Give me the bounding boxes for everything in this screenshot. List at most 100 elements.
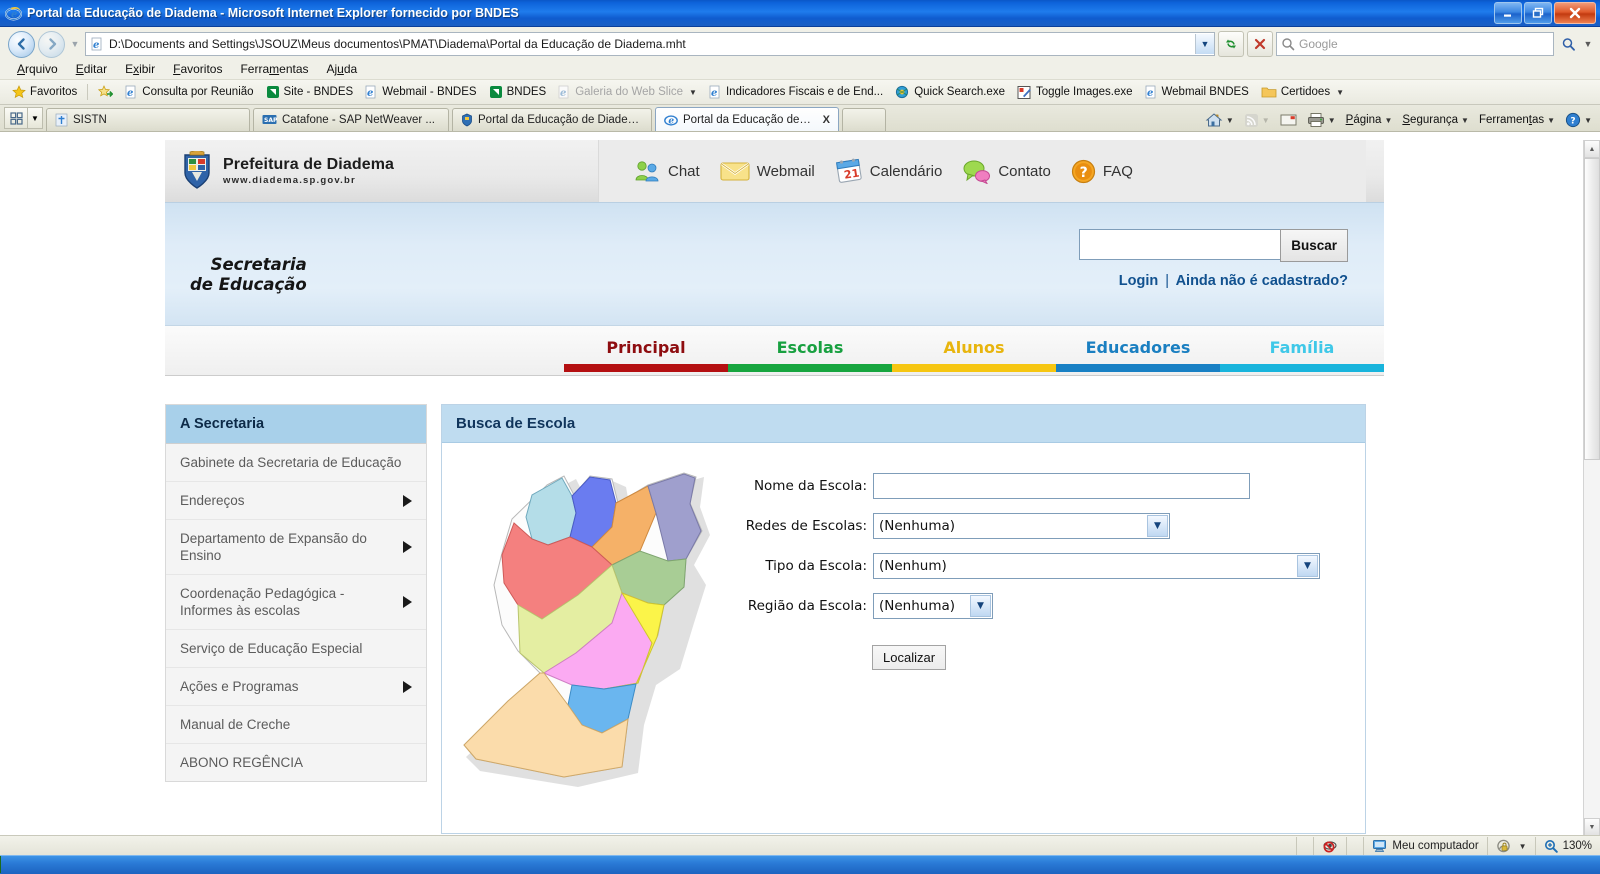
favorites-item-indicadores-fiscais[interactable]: e Indicadores Fiscais e de End...	[703, 85, 889, 99]
favorites-item-webmail-bndes[interactable]: e Webmail - BNDES	[359, 85, 482, 99]
security-menu-button[interactable]: Segurança ▼	[1398, 112, 1473, 128]
site-search-button[interactable]: Buscar	[1280, 229, 1348, 262]
search-provider-caret-icon[interactable]: ▼	[1582, 39, 1594, 49]
chevron-down-icon[interactable]: ▼	[1336, 88, 1344, 97]
sidebar-item-manual-creche[interactable]: Manual de Creche	[166, 706, 426, 744]
nav-tab-escolas[interactable]: Escolas	[728, 326, 892, 375]
favorites-item-toggle-images[interactable]: Toggle Images.exe	[1011, 85, 1139, 100]
redes-de-escolas-select[interactable]: (Nenhuma) ▼	[873, 513, 1170, 539]
url-input[interactable]: e D:\Documents and Settings\JSOUZ\Meus d…	[85, 32, 1215, 56]
menu-item-ajuda[interactable]: Ajuda	[318, 60, 367, 78]
chevron-down-icon[interactable]: ▼	[1461, 116, 1469, 125]
nav-tab-principal[interactable]: Principal	[564, 326, 728, 375]
start-button[interactable]	[0, 856, 1, 873]
tab-close-icon[interactable]: X	[823, 114, 830, 126]
favorites-item-label: Toggle Images.exe	[1035, 86, 1133, 98]
tab-sistn[interactable]: SISTN	[46, 108, 250, 131]
zoom-level[interactable]: 130%	[1536, 836, 1600, 856]
favorites-item-galeria-do-web-slice[interactable]: e Galeria do Web Slice ▼	[552, 85, 703, 99]
scrollbar-thumb[interactable]	[1584, 158, 1600, 460]
minimize-button[interactable]	[1494, 2, 1522, 24]
scroll-up-button[interactable]: ▲	[1584, 140, 1600, 158]
sidebar-item-enderecos[interactable]: Endereços	[166, 482, 426, 520]
favorites-add-icon[interactable]	[92, 85, 119, 99]
print-button[interactable]: ▼	[1303, 110, 1340, 130]
menu-item-ferramentas[interactable]: Ferramentas	[231, 60, 317, 78]
tab-catafone-sap[interactable]: SAP Catafone - SAP NetWeaver ...	[253, 108, 449, 131]
recent-pages-caret-icon[interactable]: ▼	[68, 39, 82, 49]
quick-tabs-button[interactable]	[4, 107, 28, 129]
utility-nav-calendario[interactable]: 21 Calendário	[835, 158, 942, 184]
tab-portal-educacao-di-active[interactable]: e Portal da Educação de Di... X	[655, 107, 839, 131]
nome-da-escola-input[interactable]	[873, 473, 1250, 499]
site-brand[interactable]: Prefeitura de Diadema www.diadema.sp.gov…	[165, 151, 394, 191]
favorites-item-certidoes[interactable]: Certidoes ▼	[1255, 85, 1350, 99]
back-button[interactable]	[8, 30, 35, 58]
chevron-down-icon[interactable]: ▼	[1519, 842, 1527, 851]
register-link[interactable]: Ainda não é cadastrado?	[1176, 273, 1348, 289]
nav-tab-familia[interactable]: Família	[1220, 326, 1384, 375]
help-menu-button[interactable]: ? ▼	[1561, 110, 1596, 130]
tab-list-caret-icon[interactable]: ▼	[28, 107, 43, 129]
diadema-regions-map[interactable]	[452, 467, 722, 833]
scroll-down-button[interactable]: ▼	[1584, 818, 1600, 836]
tools-menu-button[interactable]: Ferramentas ▼	[1475, 112, 1559, 128]
utility-nav-webmail[interactable]: Webmail	[720, 159, 815, 183]
utility-nav-chat[interactable]: Chat	[634, 159, 700, 184]
nav-tab-educadores[interactable]: Educadores	[1056, 326, 1220, 375]
sidebar-item-acoes-programas[interactable]: Ações e Programas	[166, 668, 426, 706]
tab-portal-educacao-diadema[interactable]: Portal da Educação de Diadema	[452, 108, 652, 131]
search-go-button[interactable]	[1557, 33, 1579, 55]
vertical-scrollbar[interactable]: ▲ ▼	[1583, 140, 1600, 836]
stop-button[interactable]	[1247, 31, 1273, 57]
chevron-down-icon[interactable]: ▼	[1147, 515, 1168, 537]
search-input[interactable]: Google	[1276, 32, 1554, 56]
protected-mode-indicator[interactable]: ▼	[1488, 836, 1535, 856]
menu-item-editar[interactable]: Editar	[67, 60, 116, 78]
chevron-down-icon[interactable]: ▼	[1384, 116, 1392, 125]
chevron-down-icon[interactable]: ▼	[970, 595, 991, 617]
popup-blocker-indicator[interactable]	[1314, 836, 1346, 856]
menu-item-arquivo[interactable]: Arquivo	[8, 60, 67, 78]
feeds-button[interactable]: ▼	[1240, 111, 1274, 130]
menu-item-favoritos[interactable]: Favoritos	[164, 60, 231, 78]
utility-nav-faq[interactable]: ? FAQ	[1071, 159, 1133, 184]
nav-tab-alunos[interactable]: Alunos	[892, 326, 1056, 375]
login-link[interactable]: Login	[1119, 273, 1158, 289]
chevron-down-icon[interactable]: ▼	[1262, 116, 1270, 125]
scrollbar-track[interactable]	[1584, 158, 1600, 818]
tipo-da-escola-select[interactable]: (Nenhum) ▼	[873, 553, 1320, 579]
new-tab-button[interactable]	[842, 108, 886, 131]
sidebar-item-departamento-expansao[interactable]: Departamento de Expansão do Ensino	[166, 520, 426, 575]
chevron-down-icon[interactable]: ▼	[1584, 116, 1592, 125]
page-menu-button[interactable]: Página ▼	[1342, 112, 1397, 128]
favorites-item-site-bndes[interactable]: Site - BNDES	[260, 85, 360, 99]
localizar-button[interactable]: Localizar	[872, 645, 947, 670]
sidebar-item-coordenacao-pedagogica[interactable]: Coordenação Pedagógica - Informes às esc…	[166, 575, 426, 630]
chevron-down-icon[interactable]: ▼	[1297, 555, 1318, 577]
sidebar-item-abono-regencia[interactable]: ABONO REGÊNCIA	[166, 744, 426, 781]
refresh-button[interactable]	[1218, 31, 1244, 57]
regiao-da-escola-select[interactable]: (Nenhuma) ▼	[873, 593, 993, 619]
menu-item-exibir[interactable]: Exibir	[116, 60, 164, 78]
chevron-down-icon[interactable]: ▼	[1328, 116, 1336, 125]
site-search-input[interactable]	[1079, 229, 1281, 260]
url-dropdown-icon[interactable]: ▼	[1195, 34, 1214, 54]
favorites-item-webmail-bndes-2[interactable]: e Webmail BNDES	[1139, 85, 1255, 99]
sidebar-item-gabinete[interactable]: Gabinete da Secretaria de Educação	[166, 444, 426, 482]
favorites-item-bndes[interactable]: BNDES	[483, 85, 553, 99]
home-button[interactable]: ▼	[1201, 110, 1238, 130]
security-zone[interactable]: Meu computador	[1364, 836, 1486, 856]
favorites-button[interactable]: Favoritos	[6, 85, 83, 99]
chevron-down-icon[interactable]: ▼	[1226, 116, 1234, 125]
utility-nav-contato[interactable]: Contato	[962, 159, 1051, 184]
chevron-down-icon[interactable]: ▼	[689, 88, 697, 97]
favorites-item-quick-search[interactable]: Quick Search.exe	[889, 85, 1011, 100]
sidebar-item-servico-educacao-especial[interactable]: Serviço de Educação Especial	[166, 630, 426, 668]
favorites-item-consulta-por-reuniao[interactable]: e Consulta por Reunião	[119, 85, 259, 99]
chevron-down-icon[interactable]: ▼	[1547, 116, 1555, 125]
close-button[interactable]	[1554, 2, 1596, 24]
read-mail-button[interactable]	[1276, 111, 1301, 129]
forward-button[interactable]	[38, 30, 65, 58]
maximize-button[interactable]	[1524, 2, 1552, 24]
